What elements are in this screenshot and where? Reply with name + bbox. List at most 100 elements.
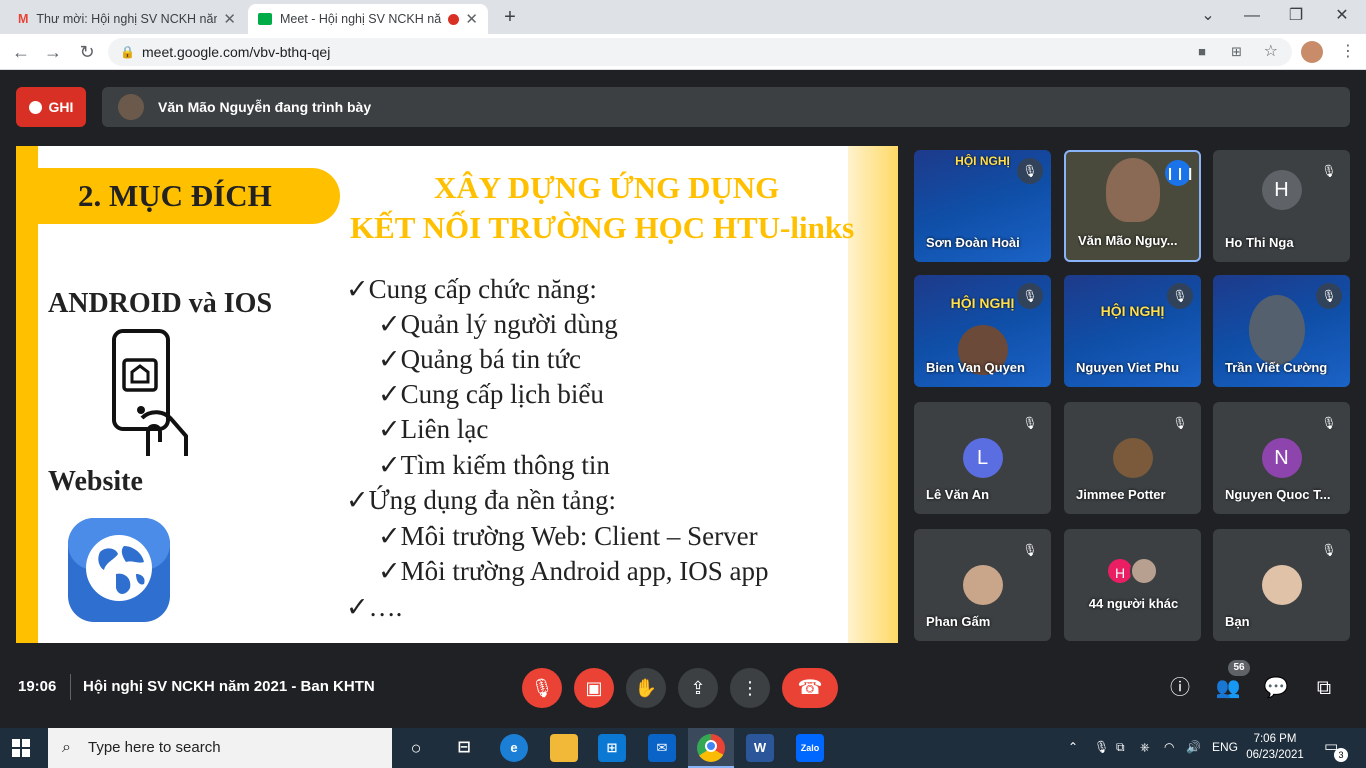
participant-name: Lê Văn An (926, 487, 990, 502)
slide-bullet: ✓Quảng bá tin tức (378, 344, 581, 374)
participant-tile[interactable]: 🎙 Jimmee Potter (1064, 402, 1201, 514)
tray-app-icon[interactable]: ⧉ (1116, 740, 1125, 755)
file-explorer-icon[interactable] (550, 734, 578, 762)
leave-call-button[interactable]: ☎ (782, 668, 838, 708)
reload-icon[interactable]: ↻ (74, 40, 100, 64)
people-icon[interactable]: 👥 (1214, 674, 1242, 702)
url-field[interactable]: 🔒 meet.google.com/vbv-bthq-qej ■ ⊞ ☆ (108, 38, 1292, 66)
language-indicator[interactable]: ENG (1212, 740, 1238, 754)
edge-icon[interactable]: e (500, 734, 528, 762)
participant-tile[interactable]: 🎙 L Lê Văn An (914, 402, 1051, 514)
close-tab-icon[interactable]: ✕ (465, 10, 478, 28)
translate-icon[interactable]: ⊞ (1231, 38, 1242, 66)
search-placeholder: Type here to search (88, 739, 221, 756)
bookmark-star-icon[interactable]: ☆ (1264, 38, 1278, 66)
slide-title-line2: KẾT NỐI TRƯỜNG HỌC HTU-links (350, 210, 855, 245)
search-icon: ⌕ (62, 739, 71, 756)
tab-meet[interactable]: Meet - Hội nghị SV NCKH nă ✕ (248, 4, 488, 34)
tab-search-icon[interactable]: ⌄ (1188, 4, 1228, 28)
avatar (1261, 565, 1302, 605)
windows-taskbar: ⌕ Type here to search ○ ⊟ e ⊞ ✉ W Zalo ⌃… (0, 728, 1366, 768)
mic-off-icon: 🎙 (1017, 410, 1043, 436)
participant-tile[interactable]: 🎙 Trần Viết Cường (1213, 275, 1350, 387)
task-view-icon[interactable]: ⊟ (450, 734, 478, 762)
presenting-banner: Văn Mão Nguyễn đang trình bày (102, 87, 1350, 127)
mic-off-icon: 🎙 (1017, 537, 1043, 563)
new-tab-button[interactable]: + (498, 6, 522, 28)
slide-title-line1: XÂY DỰNG ỨNG DỤNG (434, 170, 780, 205)
back-icon[interactable]: ← (8, 40, 34, 64)
meeting-time: 19:06 (18, 678, 57, 695)
mic-off-icon: 🎙 (1167, 410, 1193, 436)
mic-toggle-button[interactable]: 🎙 (522, 668, 562, 708)
more-options-button[interactable]: ⋮ (730, 668, 770, 708)
profile-avatar[interactable] (1301, 41, 1323, 63)
participant-name: Bien Van Quyen (926, 360, 1025, 375)
participant-name: Nguyen Quoc T... (1225, 487, 1331, 502)
tray-network-icon[interactable]: ⎈ (1140, 740, 1150, 755)
avatar: N (1261, 438, 1302, 478)
chrome-icon[interactable] (697, 734, 725, 762)
tray-chevron-icon[interactable]: ⌃ (1068, 740, 1078, 754)
zalo-icon[interactable]: Zalo (796, 734, 824, 762)
menu-dots-icon[interactable]: ⋮ (1338, 40, 1358, 64)
slide-bullet: ✓…. (346, 592, 403, 622)
participant-name: Phan Gấm (926, 614, 991, 629)
close-tab-icon[interactable]: ✕ (223, 10, 236, 28)
globe-icon (68, 518, 170, 622)
minimize-icon[interactable]: — (1232, 4, 1272, 28)
activities-icon[interactable]: ⧉ (1310, 674, 1338, 702)
cortana-icon[interactable]: ○ (402, 734, 430, 762)
slide-bullet: ✓Cung cấp lịch biểu (378, 379, 604, 409)
tab-gmail-invite[interactable]: M Thư mời: Hội nghị SV NCKH năm ✕ (8, 4, 246, 34)
slide-section-title: 2. MỤC ĐÍCH (38, 168, 340, 224)
windows-start-icon[interactable] (12, 739, 30, 757)
recording-button[interactable]: GHI (16, 87, 86, 127)
volume-icon[interactable]: 🔊 (1186, 740, 1201, 754)
notification-count-badge: 3 (1334, 748, 1348, 762)
raise-hand-button[interactable]: ✋ (626, 668, 666, 708)
avatar (1112, 438, 1153, 478)
screen: { "browser": { "tabs": [ {"title": "Thư … (0, 0, 1366, 768)
others-tile[interactable]: H 44 người khác (1064, 529, 1201, 641)
lock-icon: 🔒 (120, 45, 135, 59)
record-label: GHI (48, 99, 74, 115)
gmail-icon: M (18, 12, 29, 26)
participant-name: Sơn Đoàn Hoài (926, 235, 1020, 250)
shared-slide: 2. MỤC ĐÍCH XÂY DỰNG ỨNG DỤNG KẾT NỐI TR… (16, 146, 898, 643)
tab-title: Meet - Hội nghị SV NCKH nă (280, 12, 442, 26)
participant-name: Trần Viết Cường (1225, 360, 1328, 375)
chat-icon[interactable]: 💬 (1262, 674, 1290, 702)
participant-tile[interactable]: 🎙 H Ho Thi Nga (1213, 150, 1350, 262)
word-icon[interactable]: W (746, 734, 774, 762)
meeting-info-icon[interactable]: ⓘ (1166, 674, 1194, 702)
meet-main: GHI Văn Mão Nguyễn đang trình bày 2. MỤC… (0, 70, 1366, 728)
wifi-icon[interactable]: ◠ (1164, 740, 1174, 754)
participant-tile[interactable]: 🎙 Phan Gấm (914, 529, 1051, 641)
self-tile[interactable]: 🎙 Bạn (1213, 529, 1350, 641)
others-count: 44 người khác (1088, 596, 1179, 611)
participant-tile-speaking[interactable]: ❙❙❙ Văn Mão Nguy... (1064, 150, 1201, 262)
participant-tile[interactable]: 🎙 N Nguyen Quoc T... (1213, 402, 1350, 514)
close-window-icon[interactable]: ✕ (1322, 4, 1362, 28)
clock-time: 7:06 PM (1253, 733, 1297, 745)
present-screen-button[interactable]: ⇪ (678, 668, 718, 708)
maximize-icon[interactable]: ❐ (1276, 4, 1316, 28)
taskbar-search-box[interactable]: ⌕ Type here to search (48, 728, 392, 768)
mail-icon[interactable]: ✉ (648, 734, 676, 762)
tab-title: Thư mời: Hội nghị SV NCKH năm (36, 12, 218, 26)
camera-toggle-button[interactable]: ▣ (574, 668, 614, 708)
system-clock[interactable]: 7:06 PM 06/23/2021 (1240, 731, 1310, 763)
store-icon[interactable]: ⊞ (598, 734, 626, 762)
meet-icon (258, 13, 272, 25)
mic-off-icon: 🎙 (1017, 283, 1043, 309)
slide-bullet: ✓Môi trường Android app, IOS app (378, 556, 769, 586)
tray-mic-icon[interactable]: 🎙 (1094, 740, 1109, 754)
participant-tile[interactable]: HỘI NGHỊ 🎙 Bien Van Quyen (914, 275, 1051, 387)
record-dot-icon (28, 100, 42, 114)
camera-icon[interactable]: ■ (1198, 38, 1206, 66)
participant-name: Văn Mão Nguy... (1078, 233, 1178, 248)
participant-tile[interactable]: HỘI NGHỊ 🎙 Nguyen Viet Phu (1064, 275, 1201, 387)
forward-icon[interactable]: → (40, 40, 66, 64)
participant-tile[interactable]: HỘI NGHỊ 🎙 Sơn Đoàn Hoài (914, 150, 1051, 262)
